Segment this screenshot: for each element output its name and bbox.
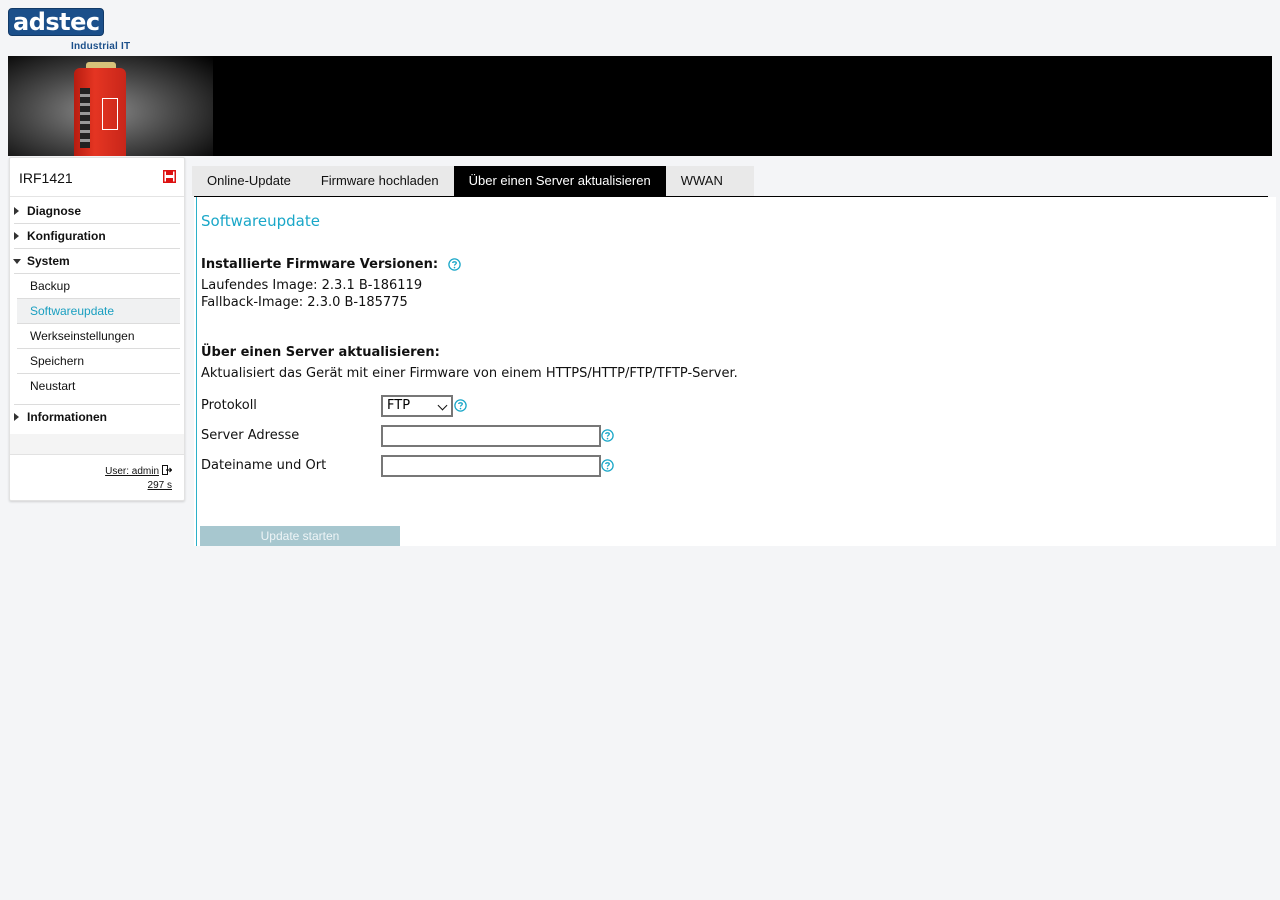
help-icon[interactable] (601, 459, 614, 472)
sidebar-subitem-speichern[interactable]: Speichern (17, 349, 180, 374)
tab-bar: Online-Update Firmware hochladen Über ei… (192, 166, 754, 196)
sidebar-item-diagnose[interactable]: Diagnose (14, 199, 180, 224)
sidebar-subitem-neustart[interactable]: Neustart (17, 374, 180, 398)
adstec-logo: adstec Industrial IT (8, 8, 138, 54)
device-label (102, 98, 118, 130)
tab-server-aktualisieren[interactable]: Über einen Server aktualisieren (453, 166, 666, 196)
caret-right-icon (14, 232, 19, 240)
chevron-down-icon (437, 400, 448, 411)
protocol-select[interactable]: FTP (381, 395, 453, 417)
sidebar-subitem-backup[interactable]: Backup (17, 274, 180, 299)
server-description: Aktualisiert das Gerät mit einer Firmwar… (201, 366, 738, 381)
sidebar-subitem-werkseinstellungen[interactable]: Werkseinstellungen (17, 324, 180, 349)
server-address-label: Server Adresse (201, 428, 300, 443)
update-start-button[interactable]: Update starten (200, 526, 400, 546)
sidebar-item-label: System (27, 254, 70, 268)
logout-icon[interactable] (162, 465, 172, 475)
session-timer: 297 s (147, 480, 172, 491)
file-path-input[interactable] (381, 455, 601, 477)
device-name: IRF1421 (19, 170, 73, 186)
sidebar-item-label: Informationen (27, 410, 107, 424)
header-banner (8, 56, 1272, 156)
save-icon[interactable] (163, 170, 176, 183)
help-icon[interactable] (454, 399, 467, 412)
help-icon[interactable] (601, 429, 614, 442)
file-path-label: Dateiname und Ort (201, 458, 327, 473)
router-device-image (74, 68, 126, 156)
logo-tagline: Industrial IT (71, 41, 131, 52)
sidebar-item-label: Konfiguration (27, 229, 106, 243)
sidebar: IRF1421 Diagnose Konfiguration System Ba… (9, 157, 185, 501)
sidebar-item-konfiguration[interactable]: Konfiguration (14, 224, 180, 249)
sidebar-item-informationen[interactable]: Informationen (14, 405, 180, 429)
sidebar-spacer (10, 434, 184, 454)
help-icon[interactable] (448, 258, 461, 271)
protocol-value: FTP (387, 398, 411, 413)
content-panel: Softwareupdate Installierte Firmware Ver… (194, 197, 1276, 546)
server-heading: Über einen Server aktualisieren: (201, 345, 440, 360)
device-ports (80, 88, 90, 148)
logo-brand: adstec (8, 8, 104, 36)
tab-firmware-hochladen[interactable]: Firmware hochladen (306, 166, 454, 196)
sidebar-item-label: Diagnose (27, 204, 82, 218)
sidebar-divider (14, 398, 180, 405)
tab-online-update[interactable]: Online-Update (192, 166, 306, 196)
sidebar-item-system[interactable]: System (13, 249, 180, 274)
protocol-label: Protokoll (201, 398, 257, 413)
page-title: Softwareupdate (201, 212, 320, 230)
firmware-heading: Installierte Firmware Versionen: (201, 257, 439, 272)
sidebar-footer: User: admin 297 s (10, 454, 184, 500)
tab-wwan[interactable]: WWAN (666, 166, 754, 196)
panel-border (196, 197, 197, 546)
caret-down-icon (13, 259, 21, 264)
caret-right-icon (14, 207, 19, 215)
device-header: IRF1421 (10, 158, 184, 197)
running-image: Laufendes Image: 2.3.1 B-186119 (201, 278, 423, 293)
fallback-image: Fallback-Image: 2.3.0 B-185775 (201, 295, 408, 310)
server-address-input[interactable] (381, 425, 601, 447)
sidebar-subitem-softwareupdate[interactable]: Softwareupdate (17, 299, 180, 324)
caret-right-icon (14, 413, 19, 421)
sidebar-nav: Diagnose Konfiguration System Backup Sof… (10, 199, 184, 429)
user-link[interactable]: User: admin (105, 466, 159, 477)
